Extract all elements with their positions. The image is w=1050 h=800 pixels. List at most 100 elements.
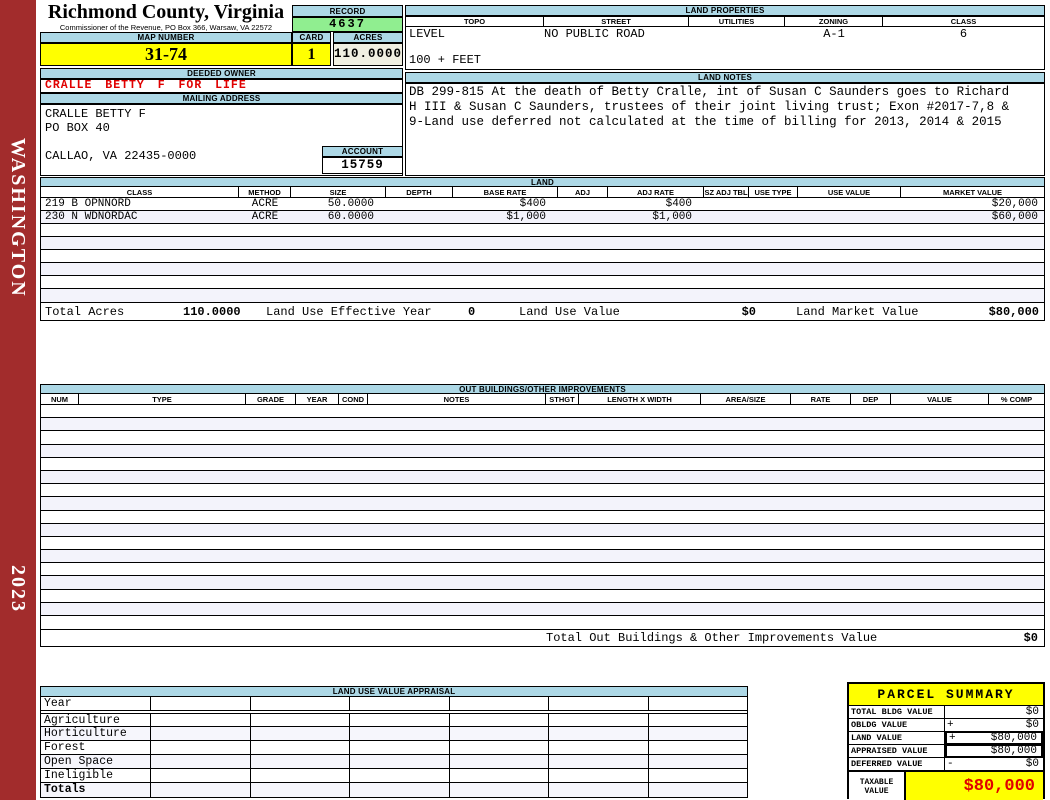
- appraisal-cell: [251, 741, 350, 754]
- column-header: ADJ RATE: [608, 187, 704, 197]
- appraisal-row-label: Totals: [41, 783, 151, 797]
- appraisal-cell: [450, 727, 549, 740]
- appraisal-cell: [450, 783, 549, 797]
- taxable-value: $80,000: [963, 777, 1035, 796]
- column-header: NOTES: [368, 394, 546, 404]
- summary-row: TOTAL BLDG VALUE $0: [849, 706, 1043, 719]
- appraisal-cell: [251, 714, 350, 726]
- table-row-empty: [41, 276, 1044, 289]
- tax-year: 2023: [7, 565, 29, 613]
- column-header: NUM: [41, 394, 79, 404]
- summary-value: $0: [1025, 758, 1039, 770]
- appraisal-row: Ineligible: [41, 769, 747, 783]
- land-totals-row: Total Acres 110.0000 Land Use Effective …: [40, 302, 1045, 321]
- appraisal-cell: [549, 727, 649, 740]
- summary-row: APPRAISED VALUE $80,000: [849, 744, 1043, 758]
- taxable-value-label: TAXABLE VALUE: [849, 772, 906, 800]
- record-number: 4637: [292, 17, 403, 32]
- effective-year-label: Land Use Effective Year: [266, 304, 432, 319]
- appraisal-cell: [350, 769, 450, 782]
- column-header: METHOD: [239, 187, 291, 197]
- summary-sign: +: [947, 719, 954, 731]
- land-use-value-label: Land Use Value: [519, 304, 620, 319]
- appraisal-cell: [649, 727, 748, 740]
- out-buildings-total-label: Total Out Buildings & Other Improvements…: [546, 631, 878, 645]
- street-value: NO PUBLIC ROAD: [544, 27, 645, 41]
- column-header: CLASS: [950, 17, 977, 26]
- column-header: MARKET VALUE: [942, 187, 1003, 197]
- summary-sign: -: [947, 758, 954, 770]
- land-market-value: $80,000: [988, 304, 1039, 319]
- mailing-address-line: PO BOX 40: [45, 121, 110, 135]
- column-header: USE VALUE: [798, 187, 901, 197]
- appraisal-title: LAND USE VALUE APPRAISAL: [40, 686, 748, 697]
- out-buildings-columns: NUM TYPE GRADE YEAR COND NOTES STHGT LEN…: [40, 394, 1045, 405]
- appraisal-row-label: Forest: [41, 741, 151, 754]
- land-row: 219 B OPNNORD ACRE 50.0000 $400 $400 $20,…: [41, 198, 1044, 211]
- parcel-summary-title: PARCEL SUMMARY: [849, 684, 1043, 706]
- appraisal-cell: [151, 769, 251, 782]
- appraisal-cell: [251, 783, 350, 797]
- table-row-empty: [41, 497, 1044, 511]
- appraisal-cell: [350, 697, 450, 710]
- column-header: BASE RATE: [453, 187, 558, 197]
- land-notes-title: LAND NOTES: [405, 72, 1045, 83]
- summary-sign: +: [949, 732, 956, 744]
- column-header: DEP: [851, 394, 891, 404]
- taxable-value-row: TAXABLE VALUE $80,000: [849, 771, 1043, 800]
- appraisal-cell: [549, 697, 649, 710]
- appraisal-cell: [649, 783, 748, 797]
- topo-value: LEVEL: [409, 27, 446, 41]
- appraisal-row: Open Space: [41, 755, 747, 769]
- total-acres-value: 110.0000: [183, 304, 241, 319]
- deeded-owner-value: CRALLE BETTY F FOR LIFE: [40, 79, 403, 93]
- deeded-owner-label: DEEDED OWNER: [40, 68, 403, 79]
- land-market-value-label: Land Market Value: [796, 304, 919, 319]
- appraisal-cell: [450, 741, 549, 754]
- land-properties-columns: TOPO STREET UTILITIES ZONING CLASS: [405, 16, 1045, 27]
- appraisal-cell: [151, 727, 251, 740]
- summary-row-label: TOTAL BLDG VALUE: [849, 706, 945, 718]
- column-header: TOPO: [406, 17, 544, 26]
- table-row-empty: [41, 590, 1044, 603]
- parcel-summary: PARCEL SUMMARY TOTAL BLDG VALUE $0 OBLDG…: [847, 682, 1045, 800]
- out-buildings-rows: [40, 405, 1045, 631]
- appraisal-cell: [450, 697, 549, 710]
- table-row-empty: [41, 484, 1044, 498]
- appraisal-cell: [649, 697, 748, 710]
- appraisal-cell: [350, 755, 450, 768]
- appraisal-row-label: Open Space: [41, 755, 151, 768]
- appraisal-cell: [450, 714, 549, 726]
- table-row-empty: [41, 444, 1044, 458]
- table-row-empty: [41, 602, 1044, 616]
- table-row-empty: [41, 458, 1044, 471]
- column-header: USE TYPE: [749, 187, 798, 197]
- table-row-empty: [41, 616, 1044, 629]
- summary-row: DEFERRED VALUE - $0: [849, 758, 1043, 771]
- account-number: 15759: [322, 157, 403, 174]
- table-row-empty: [41, 511, 1044, 524]
- appraisal-row-label: Ineligible: [41, 769, 151, 782]
- appraisal-row: Horticulture: [41, 727, 747, 741]
- appraisal-cell: [151, 783, 251, 797]
- column-header: STREET: [544, 17, 689, 26]
- summary-value: $0: [1025, 706, 1039, 718]
- land-rows: 219 B OPNNORD ACRE 50.0000 $400 $400 $20,…: [40, 198, 1045, 303]
- appraisal-cell: [350, 714, 450, 726]
- out-buildings-total-row: Total Out Buildings & Other Improvements…: [40, 629, 1045, 647]
- land-section-title: LAND: [40, 177, 1045, 187]
- column-header: SIZE: [291, 187, 386, 197]
- land-properties-values: LEVEL NO PUBLIC ROAD A-1 6 100 + FEET: [405, 27, 1045, 70]
- mailing-address-line: CRALLE BETTY F: [45, 107, 146, 121]
- column-header: STHGT: [546, 394, 579, 404]
- appraisal-cell: [549, 714, 649, 726]
- summary-row-label: OBLDG VALUE: [849, 719, 945, 731]
- utilities-value: [689, 27, 785, 41]
- summary-value: $80,000: [990, 732, 1037, 744]
- table-row-empty: [41, 289, 1044, 302]
- topo-secondary-value: 100 + FEET: [409, 53, 482, 67]
- land-properties-title: LAND PROPERTIES: [405, 5, 1045, 16]
- land-notes-line: DB 299-815 At the death of Betty Cralle,…: [409, 85, 1010, 99]
- column-header: VALUE: [891, 394, 989, 404]
- appraisal-cell: [649, 714, 748, 726]
